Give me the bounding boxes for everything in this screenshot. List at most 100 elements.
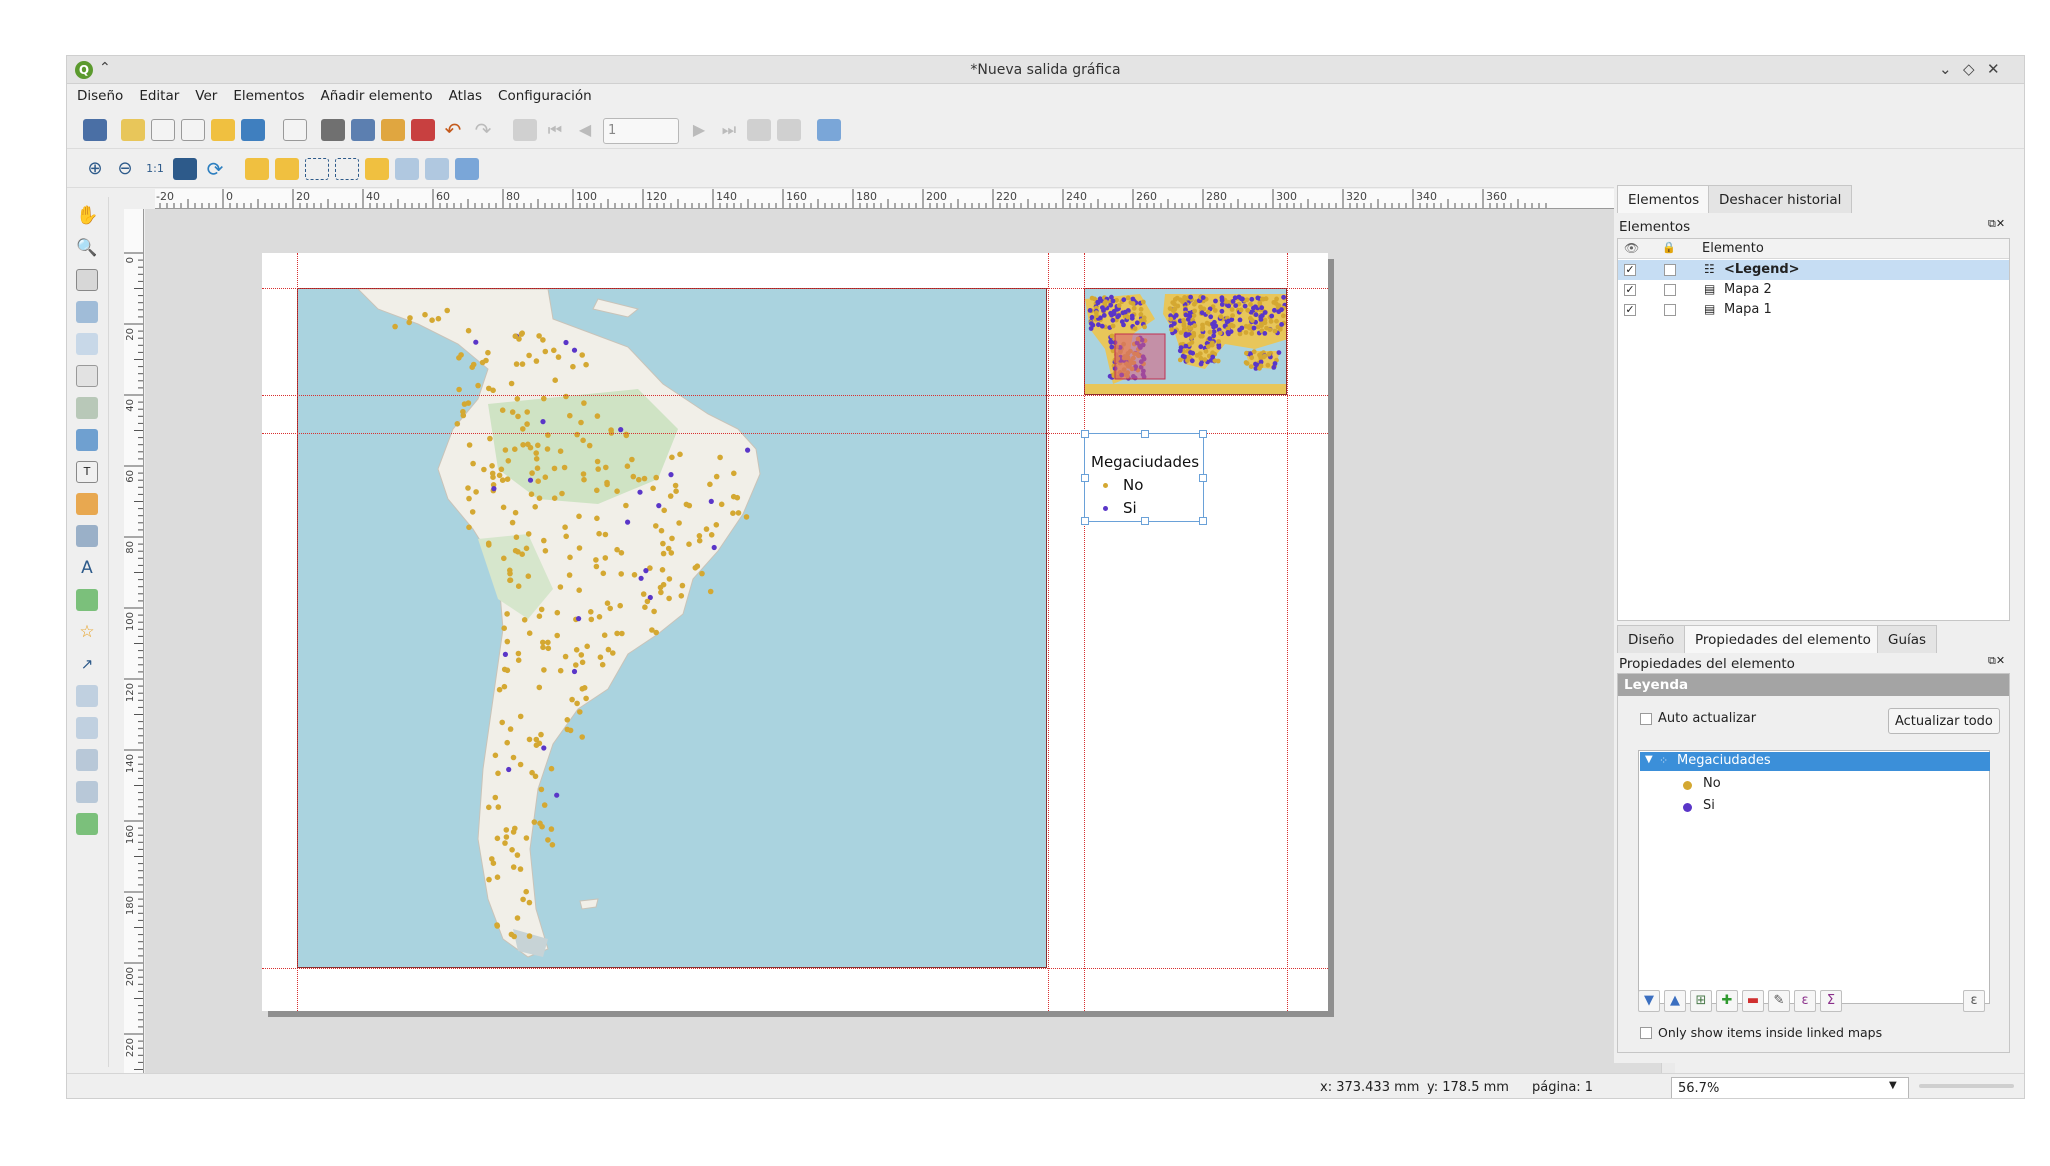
only-linked-checkbox[interactable] <box>1640 1027 1652 1039</box>
previous-feature-icon[interactable]: ◀ <box>573 119 597 141</box>
chevron-down-icon[interactable]: ▼ <box>1889 1080 1897 1091</box>
close-icon[interactable]: ✕ <box>1987 60 2000 78</box>
guide-line[interactable] <box>262 395 1328 396</box>
item-row-mapa-2[interactable]: ✓ ▤ Mapa 2 <box>1618 280 2009 300</box>
minimize-icon[interactable]: ⌄ <box>1939 60 1952 78</box>
menu-configuracion[interactable]: Configuración <box>488 84 598 104</box>
add-3d-map-icon[interactable] <box>76 397 98 419</box>
zoom-in-icon[interactable]: ⊕ <box>83 158 107 180</box>
add-page-tool-icon[interactable] <box>76 365 98 387</box>
first-feature-icon[interactable]: ⏮ <box>543 119 567 141</box>
add-polygon-icon[interactable] <box>76 685 98 707</box>
add-fixed-table-icon[interactable] <box>76 813 98 835</box>
zoom-slider[interactable] <box>1919 1084 2014 1088</box>
resize-handle[interactable] <box>1141 517 1149 525</box>
resize-handle[interactable] <box>1199 474 1207 482</box>
lock-checkbox[interactable] <box>1664 264 1676 276</box>
zoom-actual-icon[interactable]: 1:1 <box>143 158 167 180</box>
page-number-select[interactable]: 1 <box>603 118 679 144</box>
export-image-icon[interactable] <box>351 119 375 141</box>
remove-item-icon[interactable]: ▬ <box>1742 990 1764 1012</box>
float-close-icons[interactable]: ⧉✕ <box>1988 217 2005 231</box>
add-shape-icon[interactable] <box>76 589 98 611</box>
tab-propiedades-del-elemento[interactable]: Propiedades del elemento <box>1684 625 1882 653</box>
visibility-checkbox[interactable]: ✓ <box>1624 304 1636 316</box>
resize-handle[interactable] <box>1081 517 1089 525</box>
add-legend-icon[interactable] <box>76 493 98 515</box>
pan-tool-icon[interactable]: ✋ <box>76 205 98 227</box>
select-move-tool-icon[interactable] <box>76 269 98 291</box>
menu-ver[interactable]: Ver <box>185 84 223 104</box>
new-layout-icon[interactable] <box>121 119 145 141</box>
group-items-icon[interactable] <box>305 158 329 180</box>
tab-guias[interactable]: Guías <box>1877 625 1938 653</box>
guide-line[interactable] <box>1084 253 1085 1011</box>
item-row-legend[interactable]: ✓ ☷ <Legend> <box>1618 260 2009 280</box>
distribute-items-icon[interactable] <box>395 158 419 180</box>
zoom-out-icon[interactable]: ⊖ <box>113 158 137 180</box>
map-item-mapa-2[interactable] <box>1084 288 1287 395</box>
save-project-icon[interactable] <box>83 119 107 141</box>
move-content-tool-icon[interactable] <box>76 301 98 323</box>
add-attribute-table-icon[interactable] <box>76 781 98 803</box>
lock-checkbox[interactable] <box>1664 304 1676 316</box>
zoom-tool-icon[interactable]: 🔍 <box>76 237 98 259</box>
export-pdf-icon[interactable] <box>411 119 435 141</box>
menu-atlas[interactable]: Atlas <box>439 84 488 104</box>
layout-manager-icon[interactable] <box>181 119 205 141</box>
save-template-icon[interactable] <box>241 119 265 141</box>
export-svg-icon[interactable] <box>381 119 405 141</box>
resize-items-icon[interactable] <box>425 158 449 180</box>
guide-line[interactable] <box>297 253 298 1011</box>
zoom-full-icon[interactable] <box>173 158 197 180</box>
atlas-preview-icon[interactable] <box>513 119 537 141</box>
add-image-icon[interactable]: T <box>76 461 98 483</box>
last-feature-icon[interactable]: ⏭ <box>717 119 741 141</box>
map-item-mapa-1[interactable] <box>297 288 1047 968</box>
zoom-combo[interactable]: 56.7% <box>1671 1077 1909 1098</box>
raise-items-icon[interactable] <box>245 158 269 180</box>
add-map-icon[interactable] <box>76 429 98 451</box>
next-feature-icon[interactable]: ▶ <box>687 119 711 141</box>
menu-diseno[interactable]: Diseño <box>67 84 129 104</box>
expand-arrow-icon[interactable]: ▼ <box>1645 754 1653 765</box>
layout-page[interactable]: Megaciudades No Si <box>262 253 1328 1011</box>
duplicate-layout-icon[interactable] <box>151 119 175 141</box>
expression-icon[interactable]: ε <box>1794 990 1816 1012</box>
tab-diseno[interactable]: Diseño <box>1617 625 1686 653</box>
tab-elementos[interactable]: Elementos <box>1617 185 1711 213</box>
guide-line[interactable] <box>1048 253 1049 1011</box>
resize-handle[interactable] <box>1081 474 1089 482</box>
move-down-icon[interactable]: ▼ <box>1638 990 1660 1012</box>
guide-line[interactable] <box>1287 253 1288 1011</box>
lower-items-icon[interactable] <box>275 158 299 180</box>
resize-handle[interactable] <box>1199 430 1207 438</box>
align-items-icon[interactable] <box>365 158 389 180</box>
lock-checkbox[interactable] <box>1664 284 1676 296</box>
visibility-checkbox[interactable]: ✓ <box>1624 284 1636 296</box>
atlas-export-icon[interactable] <box>777 119 801 141</box>
resize-handle[interactable] <box>1081 430 1089 438</box>
resize-handle[interactable] <box>1199 517 1207 525</box>
items-list[interactable]: 👁 🔒 Elemento ✓ ☷ <Legend> ✓ ▤ Mapa 2 ✓ ▤ <box>1617 238 2010 621</box>
tab-deshacer-historial[interactable]: Deshacer historial <box>1708 185 1853 213</box>
redo-icon[interactable]: ↷ <box>471 119 495 141</box>
add-item-icon[interactable]: ✚ <box>1716 990 1738 1012</box>
add-scale-bar-icon[interactable] <box>76 525 98 547</box>
sum-icon[interactable]: Σ <box>1820 990 1842 1012</box>
auto-update-checkbox[interactable] <box>1640 713 1652 725</box>
refresh-icon[interactable]: ⟳ <box>203 158 227 180</box>
add-polyline-icon[interactable] <box>76 717 98 739</box>
add-marker-icon[interactable]: ☆ <box>76 621 98 643</box>
legend-item[interactable]: Megaciudades No Si <box>1081 430 1207 525</box>
menu-anadir-elemento[interactable]: Añadir elemento <box>311 84 439 104</box>
add-group-icon[interactable]: ⊞ <box>1690 990 1712 1012</box>
item-row-mapa-1[interactable]: ✓ ▤ Mapa 1 <box>1618 300 2009 320</box>
legend-tree[interactable]: ▼ ⁘ Megaciudades No Si <box>1638 750 1990 1004</box>
guide-line[interactable] <box>262 968 1328 969</box>
atlas-print-icon[interactable] <box>747 119 771 141</box>
print-icon[interactable] <box>321 119 345 141</box>
maximize-icon[interactable]: ◇ <box>1963 60 1975 78</box>
undo-icon[interactable]: ↶ <box>441 119 465 141</box>
new-page-icon[interactable] <box>283 119 307 141</box>
